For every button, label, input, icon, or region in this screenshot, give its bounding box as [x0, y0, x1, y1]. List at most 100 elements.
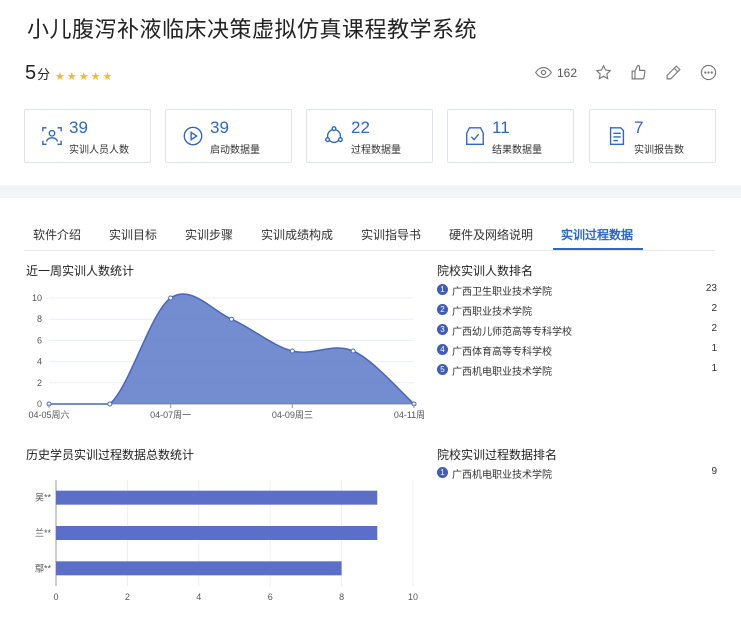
data-point: [107, 401, 113, 407]
views-count: 162: [556, 65, 577, 80]
x-tick-label: 10: [408, 592, 418, 602]
play-icon: [183, 126, 203, 146]
tab-goals[interactable]: 实训目标: [109, 226, 157, 243]
rank-badge: 3: [437, 324, 448, 335]
trainee-icon: [42, 127, 62, 145]
data-point: [229, 316, 234, 322]
school-name: 广西体育高等专科学校: [452, 347, 552, 358]
tab-hardware-network[interactable]: 硬件及网络说明: [449, 226, 533, 243]
eye-icon: [535, 66, 552, 79]
school-process-rank-title: 院校实训过程数据排名: [437, 448, 558, 462]
rank-badge: 1: [437, 284, 448, 295]
process-icon: [325, 126, 343, 144]
weekly-trainees-chart: 0 2 4 6 8 10 04-05周六 04-07周一 04-09周三 04-11周五: [28, 293, 424, 420]
stat-result: 11 结果数据量: [447, 109, 574, 163]
list-item: 4 广西体育高等专科学校 1: [437, 341, 717, 361]
more-icon: [700, 64, 717, 81]
area-fill: [49, 293, 414, 404]
school-name: 广西机电职业技术学院: [452, 470, 552, 481]
x-tick-label: 2: [125, 592, 130, 602]
bar: [56, 490, 378, 505]
active-tab-indicator: [553, 248, 643, 250]
rank-badge: 1: [437, 467, 448, 478]
like-button[interactable]: [630, 64, 647, 81]
x-tick-label: 4: [196, 592, 201, 602]
list-item: 1 广西卫生职业技术学院 23: [437, 281, 717, 301]
tab-score-composition[interactable]: 实训成绩构成: [261, 226, 333, 243]
rank-badge: 2: [437, 304, 448, 315]
favorite-button[interactable]: [595, 64, 612, 81]
school-count: 23: [705, 283, 717, 294]
stat-label: 启动数据量: [210, 145, 260, 156]
history-chart-title: 历史学员实训过程数据总数统计: [26, 448, 195, 462]
thumbs-up-icon: [631, 64, 646, 80]
school-name: 广西职业技术学院: [452, 307, 532, 318]
list-item: 2 广西职业技术学院 2: [437, 301, 717, 321]
action-bar: 162: [517, 64, 717, 81]
y-tick-label: 6: [37, 335, 42, 345]
x-tick-label: 6: [268, 592, 273, 602]
tab-bar: 软件介绍 实训目标 实训步骤 实训成绩构成 实训指导书 硬件及网络说明 实训过程…: [0, 198, 741, 252]
report-icon: [609, 127, 625, 145]
tab-intro[interactable]: 软件介绍: [33, 226, 81, 243]
stat-report: 7 实训报告数: [589, 109, 716, 163]
y-tick-label: 吴**: [35, 493, 52, 503]
score-value: 5: [25, 62, 37, 84]
course-detail-card: 软件介绍 实训目标 实训步骤 实训成绩构成 实训指导书 硬件及网络说明 实训过程…: [0, 198, 741, 627]
stat-trainees: 39 实训人员人数: [24, 109, 151, 163]
stat-value: 11: [492, 118, 510, 137]
bar: [56, 526, 378, 540]
stat-label: 过程数据量: [351, 145, 401, 156]
stat-launch: 39 启动数据量: [165, 109, 292, 163]
school-count: 9: [711, 466, 717, 477]
stat-value: 39: [69, 118, 88, 137]
rank-badge: 5: [437, 364, 448, 375]
school-process-rank-list: 1 广西机电职业技术学院 9: [437, 464, 717, 484]
y-tick-label: 2: [37, 378, 42, 388]
stat-value: 39: [210, 118, 229, 137]
list-item: 3 广西幼儿师范高等专科学校 2: [437, 321, 717, 341]
stat-label: 结果数据量: [492, 145, 542, 156]
school-count: 1: [711, 363, 717, 374]
course-header-card: 小儿腹泻补液临床决策虚拟仿真课程教学系统 5分 ★★★★★ 162 39 实训人…: [0, 0, 741, 185]
data-point: [168, 295, 174, 301]
school-count: 1: [711, 343, 717, 354]
tab-process-data[interactable]: 实训过程数据: [561, 226, 633, 243]
y-tick-label: 10: [32, 293, 42, 303]
star-icon: [595, 64, 612, 80]
more-button[interactable]: [700, 64, 717, 81]
data-point: [289, 348, 295, 354]
course-title: 小儿腹泻补液临床决策虚拟仿真课程教学系统: [27, 17, 478, 42]
x-tick-label: 0: [53, 592, 58, 602]
x-tick-label: 8: [339, 592, 344, 602]
stat-label: 实训报告数: [634, 145, 684, 156]
result-icon: [466, 127, 484, 145]
x-tick-label: 04-09周三: [272, 410, 313, 420]
bar: [56, 561, 342, 576]
school-rank-list: 1 广西卫生职业技术学院 23 2 广西职业技术学院 2 3 广西幼儿师范高等专科学校 2 …: [437, 281, 717, 381]
stat-label: 实训人员人数: [69, 145, 129, 156]
list-item: 5 广西机电职业技术学院 1: [437, 361, 717, 381]
stat-value: 22: [351, 118, 370, 137]
score: 5分: [25, 62, 50, 85]
tab-guide[interactable]: 实训指导书: [361, 226, 421, 243]
score-unit: 分: [37, 67, 51, 82]
school-name: 广西幼儿师范高等专科学校: [452, 327, 572, 338]
rank-badge: 4: [437, 344, 448, 355]
school-rank-title: 院校实训人数排名: [437, 264, 534, 278]
x-tick-label: 04-05周六: [28, 409, 69, 420]
list-item: 1 广西机电职业技术学院 9: [437, 464, 717, 484]
y-tick-label: 8: [37, 314, 42, 324]
tab-divider: [24, 250, 715, 251]
stat-process: 22 过程数据量: [306, 109, 433, 163]
y-tick-label: 4: [37, 357, 42, 367]
x-tick-label: 04-07周一: [150, 410, 191, 420]
school-name: 广西机电职业技术学院: [452, 367, 552, 378]
rating-stars: ★★★★★: [55, 71, 115, 83]
views-counter: 162: [535, 64, 577, 81]
tab-steps[interactable]: 实训步骤: [185, 226, 233, 243]
data-point: [350, 348, 356, 354]
y-tick-label: 兰**: [35, 527, 52, 538]
edit-button[interactable]: [665, 64, 682, 81]
y-tick-label: 0: [37, 399, 42, 409]
